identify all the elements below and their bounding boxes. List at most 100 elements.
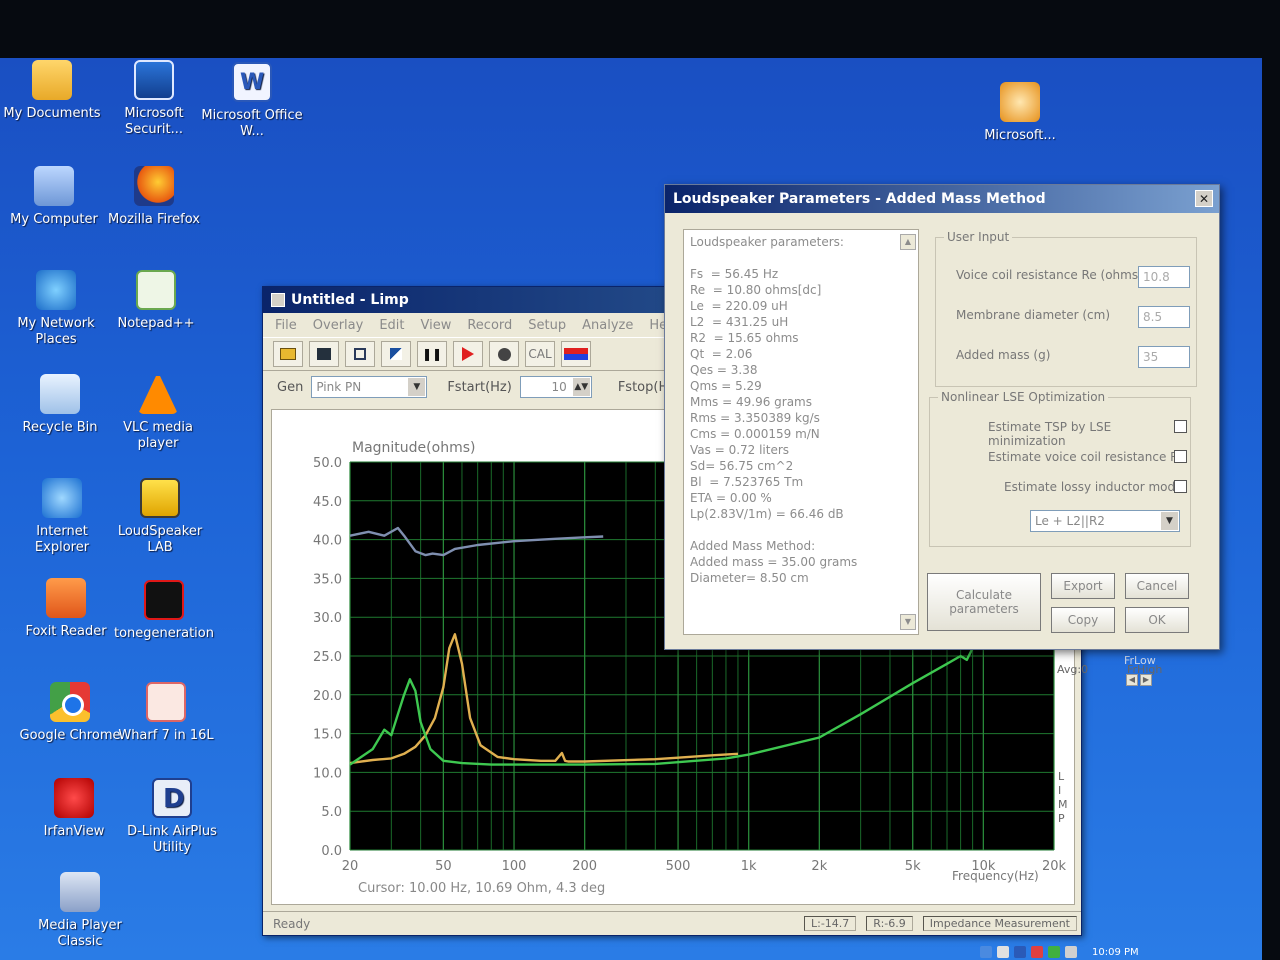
desktop-shortcut[interactable]: Wharf 7 in 16L (114, 682, 218, 744)
update-tray-icon[interactable] (1048, 946, 1060, 958)
desktop-shortcut[interactable]: Microsoft Securit... (102, 60, 206, 138)
desktop-shortcut[interactable]: IrfanView (22, 778, 126, 840)
scroll-down-icon[interactable]: ▼ (900, 614, 916, 630)
limp-statusbar: Ready L:-14.7 R:-6.9 Impedance Measureme… (263, 911, 1081, 935)
desktop-shortcut-label: Wharf 7 in 16L (118, 728, 214, 743)
device-tray-icon[interactable] (1065, 946, 1077, 958)
menu-edit[interactable]: Edit (379, 318, 404, 333)
desktop-shortcut-label: My Documents (3, 106, 101, 121)
parameter-line: Lp(2.83V/1m) = 66.46 dB (690, 507, 844, 521)
export-button[interactable]: Export (1051, 573, 1115, 599)
word-document-icon (232, 62, 272, 102)
inductor-model-select[interactable]: Le + L2||R2 ▼ (1030, 510, 1180, 532)
copy-button[interactable] (345, 341, 375, 367)
desktop-shortcut[interactable]: Google Chrome (18, 682, 122, 744)
desktop-shortcut[interactable]: Mozilla Firefox (102, 166, 206, 228)
frlow-stepper[interactable]: ◀ ▶ (1126, 672, 1152, 686)
desktop-shortcut[interactable]: Media Player Classic (28, 872, 132, 950)
desktop-shortcut[interactable]: tonegeneration (112, 580, 216, 642)
desktop-shortcut[interactable]: Foxit Reader (14, 578, 118, 640)
desktop-shortcut[interactable]: VLC media player (106, 374, 210, 452)
close-button[interactable]: ✕ (1195, 190, 1213, 207)
fstart-stepper[interactable]: 10 ▲▼ (519, 376, 592, 398)
parameter-line: Mms = 49.96 grams (690, 395, 812, 409)
opt-re-checkbox[interactable] (1174, 450, 1187, 463)
menu-setup[interactable]: Setup (528, 318, 566, 333)
cursor-readout: Cursor: 10.00 Hz, 10.69 Ohm, 4.3 deg (358, 881, 605, 896)
media-tray-icon[interactable] (1014, 946, 1026, 958)
opt-lse-checkbox[interactable] (1174, 420, 1187, 433)
x-tick-label: 500 (666, 859, 691, 874)
desktop: My Documents Microsoft Securit... Microsof… (0, 58, 1262, 960)
menu-view[interactable]: View (421, 318, 452, 333)
desktop-shortcut[interactable]: Internet Explorer (10, 478, 114, 556)
desktop-shortcut-label: My Network Places (17, 316, 95, 347)
parameters-textbox[interactable]: Loudspeaker parameters: Fs = 56.45 Hz Re … (683, 229, 919, 635)
ok-label: OK (1148, 613, 1166, 627)
nonlinear-caption: Nonlinear LSE Optimization (938, 390, 1109, 404)
y-tick-label: 20.0 (313, 689, 342, 704)
desktop-shortcut[interactable]: Microsoft Office W... (200, 62, 304, 140)
channel-colors-icon (564, 348, 588, 360)
play-icon (462, 347, 474, 361)
pause-button[interactable] (417, 341, 447, 367)
desktop-shortcut[interactable]: LoudSpeaker LAB (108, 478, 212, 556)
desktop-shortcut-label: My Computer (10, 212, 98, 227)
loudspeaker-lab-icon (140, 478, 180, 518)
channel-button[interactable] (561, 341, 591, 367)
menu-record[interactable]: Record (467, 318, 512, 333)
added-mass-input[interactable]: 35 (1138, 346, 1190, 368)
cal-button[interactable]: CAL (525, 341, 555, 367)
desktop-shortcut[interactable]: D-Link AirPlus Utility (120, 778, 224, 856)
y-tick-label: 15.0 (313, 728, 342, 743)
x-tick-label: 20 (342, 859, 359, 874)
save-button[interactable] (309, 341, 339, 367)
copy-button[interactable]: Copy (1051, 607, 1115, 633)
voice-coil-input[interactable]: 10.8 (1138, 266, 1190, 288)
ok-button[interactable]: OK (1125, 607, 1189, 633)
menu-analyze[interactable]: Analyze (582, 318, 633, 333)
open-button[interactable] (273, 341, 303, 367)
desktop-shortcut-label: Microsoft Securit... (124, 106, 184, 137)
recycle-bin-icon (40, 374, 80, 414)
cancel-button[interactable]: Cancel (1125, 573, 1189, 599)
parameter-line: R2 = 15.65 ohms (690, 331, 799, 345)
generator-select[interactable]: Pink PN ▼ (311, 376, 428, 398)
app-menu-icon[interactable] (271, 293, 285, 307)
desktop-shortcut-label: LoudSpeaker LAB (117, 524, 203, 555)
desktop-shortcut[interactable]: My Computer (2, 166, 106, 228)
arrow-right-icon[interactable]: ▶ (1140, 673, 1152, 686)
security-tray-icon[interactable] (1031, 946, 1043, 958)
x-tick-label: 1k (741, 859, 757, 874)
desktop-shortcut[interactable]: My Network Places (4, 270, 108, 348)
internet-explorer-icon (42, 478, 82, 518)
media-player-icon (60, 872, 100, 912)
y-tick-label: 10.0 (313, 766, 342, 781)
arrow-left-icon[interactable]: ◀ (1126, 673, 1138, 686)
dialog-titlebar[interactable]: Loudspeaker Parameters - Added Mass Meth… (665, 185, 1219, 213)
desktop-shortcut[interactable]: Recycle Bin (8, 374, 112, 436)
edit-button[interactable] (381, 341, 411, 367)
scroll-up-icon[interactable]: ▲ (900, 234, 916, 250)
calculate-parameters-button[interactable]: Calculate parameters (927, 573, 1041, 631)
network-tray-icon[interactable] (980, 946, 992, 958)
play-button[interactable] (453, 341, 483, 367)
parameter-line: Re = 10.80 ohms[dc] (690, 283, 822, 297)
x-tick-label: 200 (572, 859, 597, 874)
x-tick-label: 20k (1042, 859, 1067, 874)
desktop-shortcut[interactable]: Microsoft... (968, 82, 1072, 144)
parameter-line: Vas = 0.72 liters (690, 443, 790, 457)
menu-file[interactable]: File (275, 318, 297, 333)
desktop-shortcut[interactable]: Notepad++ (104, 270, 208, 332)
membrane-diameter-input[interactable]: 8.5 (1138, 306, 1190, 328)
firefox-icon (134, 166, 174, 206)
opt-inductor-checkbox[interactable] (1174, 480, 1187, 493)
taskbar-clock[interactable]: 10:09 PM (1092, 947, 1139, 958)
desktop-shortcut[interactable]: My Documents (0, 60, 104, 122)
record-button[interactable] (489, 341, 519, 367)
y-tick-label: 40.0 (313, 534, 342, 549)
nonlinear-group: Nonlinear LSE Optimization Estimate TSP … (929, 390, 1191, 547)
y-axis-label: Magnitude(ohms) (352, 440, 475, 456)
volume-tray-icon[interactable] (997, 946, 1009, 958)
menu-overlay[interactable]: Overlay (313, 318, 364, 333)
